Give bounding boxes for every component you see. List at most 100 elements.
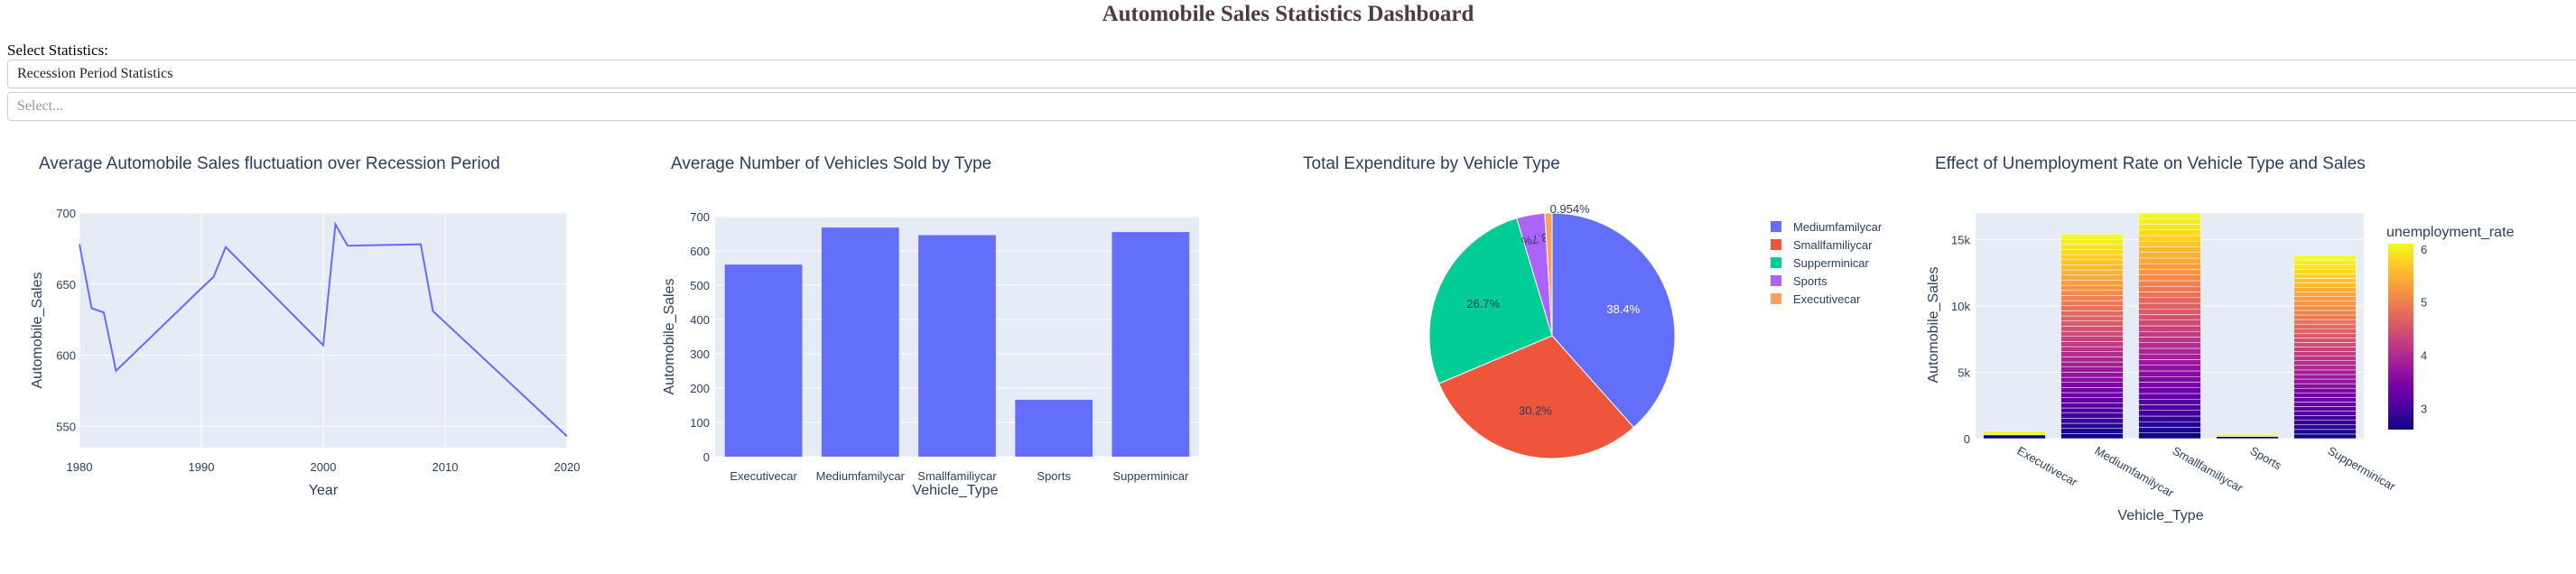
stacked-bar-segment[interactable]	[2293, 301, 2357, 307]
stacked-bar-segment[interactable]	[2060, 264, 2124, 271]
stacked-bar-segment[interactable]	[2293, 411, 2357, 416]
stacked-bar-segment[interactable]	[2060, 361, 2124, 367]
stacked-bar-segment[interactable]	[2138, 354, 2201, 360]
stacked-bar-segment[interactable]	[2060, 234, 2124, 240]
stacked-bar-segment[interactable]	[2293, 278, 2357, 283]
stacked-bar-segment[interactable]	[1983, 430, 2046, 436]
stacked-bar-segment[interactable]	[2138, 387, 2201, 394]
stacked-bar-segment[interactable]	[2060, 274, 2124, 281]
stacked-bar-segment[interactable]	[2138, 274, 2201, 282]
stacked-bar-segment[interactable]	[2138, 257, 2201, 264]
stacked-bar-segment[interactable]	[2060, 407, 2124, 413]
stacked-bar-segment[interactable]	[2060, 238, 2124, 245]
stacked-bar-segment[interactable]	[2060, 412, 2124, 419]
stacked-bar-segment[interactable]	[2293, 347, 2357, 352]
stacked-bar-segment[interactable]	[2138, 302, 2201, 310]
stacked-bar-segment[interactable]	[2060, 320, 2124, 327]
stacked-bar-segment[interactable]	[2060, 356, 2124, 363]
stacked-bar-segment[interactable]	[2138, 393, 2201, 400]
stacked-bar-segment[interactable]	[2293, 397, 2357, 403]
legend-label[interactable]: Mediumfamilycar	[1793, 220, 1883, 234]
stacked-bar-segment[interactable]	[2293, 338, 2357, 343]
stacked-bar-segment[interactable]	[2216, 436, 2279, 440]
legend-swatch[interactable]	[1771, 239, 1781, 250]
stacked-bar-segment[interactable]	[2060, 372, 2124, 378]
stacked-bar-segment[interactable]	[2060, 300, 2124, 307]
stacked-bar-segment[interactable]	[2293, 374, 2357, 380]
stacked-bar-segment[interactable]	[2138, 212, 2201, 219]
stacked-bar-segment[interactable]	[2138, 292, 2201, 298]
stacked-bar-segment[interactable]	[2293, 378, 2357, 384]
stacked-bar-segment[interactable]	[2060, 284, 2124, 292]
stacked-bar-segment[interactable]	[2138, 376, 2201, 383]
stacked-bar-segment[interactable]	[2138, 404, 2201, 411]
stacked-bar-segment[interactable]	[2060, 376, 2124, 383]
stacked-bar-segment[interactable]	[2060, 244, 2124, 250]
stacked-bar-segment[interactable]	[2060, 422, 2124, 429]
stacked-bar-segment[interactable]	[2138, 325, 2201, 332]
stacked-bar-segment[interactable]	[2293, 415, 2357, 421]
stacked-bar-segment[interactable]	[2138, 382, 2201, 388]
stacked-bar-segment[interactable]	[2293, 323, 2357, 329]
legend-label[interactable]: Executivecar	[1793, 292, 1861, 306]
stacked-bar-segment[interactable]	[2293, 296, 2357, 302]
stacked-bar-segment[interactable]	[2138, 427, 2201, 433]
stacked-bar-segment[interactable]	[2060, 428, 2124, 434]
stacked-bar-segment[interactable]	[2293, 365, 2357, 371]
stacked-bar-segment[interactable]	[2293, 402, 2357, 407]
stacked-bar-segment[interactable]	[2138, 235, 2201, 242]
stacked-bar-segment[interactable]	[2138, 347, 2201, 355]
stacked-bar-segment[interactable]	[2060, 403, 2124, 409]
stacked-bar-segment[interactable]	[2293, 255, 2357, 261]
stacked-bar-segment[interactable]	[2293, 342, 2357, 347]
stacked-bar-segment[interactable]	[2060, 280, 2124, 286]
stacked-bar-segment[interactable]	[2138, 224, 2201, 230]
stacked-bar-segment[interactable]	[2138, 337, 2201, 343]
stacked-bar-segment[interactable]	[2293, 292, 2357, 297]
stacked-bar-segment[interactable]	[2060, 254, 2124, 261]
stacked-bar-segment[interactable]	[2293, 282, 2357, 288]
stacked-bar-segment[interactable]	[2293, 393, 2357, 398]
stacked-bar-segment[interactable]	[2060, 269, 2124, 276]
stacked-bar-segment[interactable]	[2216, 433, 2279, 437]
stacked-bar-segment[interactable]	[2138, 410, 2201, 417]
stacked-bar-segment[interactable]	[2138, 331, 2201, 338]
stacked-bar-segment[interactable]	[2060, 249, 2124, 255]
stacked-bar-segment[interactable]	[2060, 346, 2124, 352]
stacked-bar-segment[interactable]	[2293, 383, 2357, 389]
stacked-bar-segment[interactable]	[2293, 259, 2357, 265]
bar[interactable]	[1015, 399, 1093, 457]
bar[interactable]	[724, 264, 803, 457]
stacked-bar-segment[interactable]	[2060, 366, 2124, 373]
stacked-bar-segment[interactable]	[2060, 295, 2124, 301]
stacked-bar-segment[interactable]	[2293, 406, 2357, 412]
stacked-bar-segment[interactable]	[2138, 264, 2201, 270]
stacked-bar-segment[interactable]	[2138, 286, 2201, 292]
stacked-bar-segment[interactable]	[2138, 342, 2201, 349]
stacked-bar-segment[interactable]	[2138, 280, 2201, 287]
stacked-bar-segment[interactable]	[2293, 356, 2357, 362]
stacked-bar-segment[interactable]	[2293, 369, 2357, 375]
stacked-bar-segment[interactable]	[2293, 424, 2357, 430]
stacked-bar-segment[interactable]	[2060, 397, 2124, 403]
stacked-bar-segment[interactable]	[2060, 418, 2124, 424]
stacked-bar-segment[interactable]	[2060, 341, 2124, 347]
legend-label[interactable]: Supperminicar	[1793, 256, 1869, 270]
stacked-bar-segment[interactable]	[1983, 434, 2046, 440]
stacked-bar-segment[interactable]	[2293, 433, 2357, 440]
stacked-bar-segment[interactable]	[2293, 333, 2357, 338]
legend-swatch[interactable]	[1771, 257, 1781, 268]
stacked-bar-segment[interactable]	[2293, 287, 2357, 292]
stacked-bar-segment[interactable]	[2060, 330, 2124, 338]
stacked-bar-segment[interactable]	[2293, 351, 2357, 356]
legend-swatch[interactable]	[1771, 293, 1781, 304]
stacked-bar-segment[interactable]	[2293, 360, 2357, 366]
legend-label[interactable]: Sports	[1793, 274, 1827, 288]
stacked-bar-segment[interactable]	[2060, 290, 2124, 296]
stacked-bar-segment[interactable]	[2138, 415, 2201, 422]
stacked-bar-segment[interactable]	[2293, 264, 2357, 270]
stacked-bar-segment[interactable]	[2060, 387, 2124, 393]
stacked-bar-segment[interactable]	[2293, 273, 2357, 279]
stacked-bar-segment[interactable]	[2060, 382, 2124, 388]
stacked-bar-segment[interactable]	[2060, 326, 2124, 332]
